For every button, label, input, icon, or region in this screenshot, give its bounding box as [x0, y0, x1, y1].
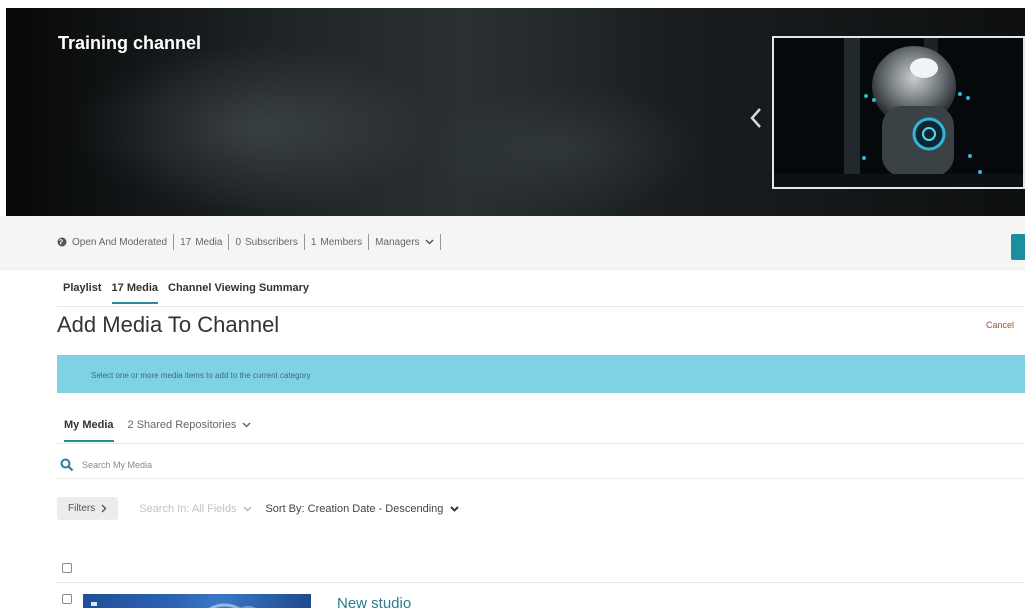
channel-thumbnail[interactable]	[772, 36, 1025, 189]
media-count: 17	[180, 236, 192, 248]
robot-head-image	[774, 38, 1023, 187]
tab-my-media[interactable]: My Media	[64, 419, 114, 442]
chevron-down-icon	[243, 505, 252, 512]
managers-dropdown[interactable]: Managers	[375, 236, 434, 248]
search-input[interactable]	[82, 460, 482, 470]
subscribers-label: Subscribers	[245, 236, 298, 248]
divider	[57, 443, 1025, 444]
chevron-right-icon	[101, 504, 107, 513]
chevron-left-icon	[750, 108, 761, 128]
media-preview-image	[91, 602, 257, 608]
channel-tabs: Playlist 17 Media Channel Viewing Summar…	[63, 282, 319, 304]
tab-channel-viewing-summary[interactable]: Channel Viewing Summary	[168, 282, 309, 304]
top-strip	[0, 0, 1025, 8]
divider	[303, 234, 305, 250]
chevron-down-icon	[425, 239, 434, 245]
members-count: 1	[310, 236, 317, 248]
filters-button[interactable]: Filters	[57, 497, 119, 520]
channel-info-bar: Open And Moderated 17 Media 0 Subscriber…	[0, 216, 1025, 270]
action-button-edge[interactable]	[1011, 234, 1025, 260]
members-label: Members	[320, 236, 363, 248]
media-source-tabs: My Media 2 Shared Repositories	[64, 419, 265, 442]
media-item-checkbox[interactable]	[62, 594, 72, 604]
chevron-down-icon	[242, 422, 251, 428]
select-all-checkbox[interactable]	[62, 563, 72, 573]
channel-title: Training channel	[58, 33, 202, 53]
chevron-down-icon	[450, 505, 460, 512]
sort-by-dropdown[interactable]: Sort By: Creation Date - Descending	[265, 502, 460, 515]
channel-stats: Open And Moderated 17 Media 0 Subscriber…	[57, 234, 447, 250]
divider	[228, 234, 230, 250]
search-bar	[57, 455, 1025, 475]
page-title: Add Media To Channel	[57, 312, 280, 337]
media-item-thumbnail[interactable]	[83, 594, 311, 608]
divider	[368, 234, 370, 250]
search-in-dropdown[interactable]: Search In: All Fields	[139, 503, 252, 515]
divider	[57, 478, 1025, 479]
divider	[173, 234, 175, 250]
tab-media[interactable]: 17 Media	[111, 282, 158, 304]
filters-label: Filters	[68, 503, 96, 514]
channel-banner: Training channel	[6, 8, 1025, 216]
filter-row: Filters Search In: All Fields Sort By: C…	[57, 497, 460, 520]
managers-label: Managers	[375, 236, 420, 248]
alert-text: Select one or more media items to add to…	[91, 371, 311, 380]
divider	[439, 234, 441, 250]
tab-playlist[interactable]: Playlist	[63, 282, 102, 304]
media-count-label: Media	[195, 236, 223, 248]
tab-shared-repositories[interactable]: 2 Shared Repositories	[128, 419, 252, 440]
info-alert: Select one or more media items to add to…	[57, 355, 1025, 393]
cancel-link[interactable]: Cancel	[986, 320, 1014, 330]
media-item-title[interactable]: New studio	[337, 595, 411, 608]
globe-icon	[57, 237, 67, 247]
sort-by-label: Sort By: Creation Date - Descending	[265, 502, 444, 515]
divider	[57, 582, 1025, 583]
search-in-label: Search In: All Fields	[139, 502, 237, 515]
subscribers-count: 0	[235, 236, 242, 248]
search-icon[interactable]	[60, 458, 74, 472]
divider	[57, 306, 1025, 307]
shared-repositories-label: 2 Shared Repositories	[127, 419, 237, 431]
privacy-label: Open And Moderated	[72, 236, 168, 248]
carousel-prev-button[interactable]	[744, 98, 768, 138]
